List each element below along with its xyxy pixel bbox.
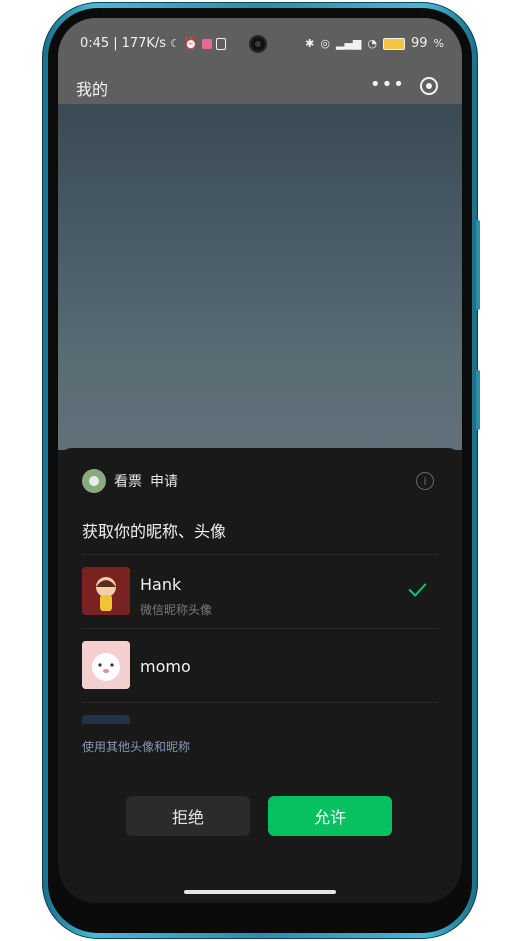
- app-name: 看票: [114, 474, 142, 490]
- sheet-title: 获取你的昵称、头像: [82, 522, 227, 541]
- account-item-fc[interactable]: FC: [82, 702, 438, 724]
- sim-icon: [215, 37, 226, 50]
- account-subtitle: 微信昵称头像: [140, 603, 213, 617]
- alarm-icon: ⏰: [183, 37, 198, 50]
- account-name: FC: [140, 723, 160, 724]
- info-icon[interactable]: i: [416, 472, 434, 490]
- authorization-sheet: 看票 申请 i 获取你的昵称、头像 Hank 微信昵称头像 momo 使用其他头…: [58, 448, 462, 903]
- screen: 0:45 | 177K/s ☾ ⏰ ✱ ◎ ▂▄▆ ◔ 99 % 我的 •••: [58, 18, 462, 903]
- allow-button[interactable]: 允许: [268, 796, 392, 836]
- bluetooth-icon: ✱: [305, 37, 315, 50]
- network-speed: 177K/s: [121, 36, 167, 51]
- account-item-momo[interactable]: momo: [82, 628, 438, 703]
- app-action: 申请: [150, 474, 178, 490]
- avatar: [82, 567, 130, 615]
- volume-button: [476, 220, 480, 310]
- close-miniprogram-icon[interactable]: [420, 77, 438, 95]
- account-item-hank[interactable]: Hank 微信昵称头像: [82, 554, 438, 629]
- battery-icon: [383, 37, 405, 50]
- account-list: Hank 微信昵称头像 momo: [58, 554, 462, 724]
- app-badge-icon: [201, 38, 212, 49]
- signal-icon: ▂▄▆: [336, 37, 362, 50]
- account-name: momo: [140, 657, 191, 676]
- avatar: [82, 641, 130, 689]
- avatar-illustration: [82, 641, 130, 689]
- nfc-icon: ◎: [320, 37, 330, 50]
- separator: |: [113, 36, 118, 51]
- check-icon: [408, 583, 427, 597]
- app-icon: [82, 469, 106, 493]
- background-photo: [58, 104, 462, 538]
- use-other-avatar-link[interactable]: 使用其他头像和昵称: [82, 738, 190, 755]
- percent-sign: %: [433, 37, 444, 50]
- status-left: 0:45 | 177K/s ☾ ⏰: [80, 36, 226, 51]
- status-bar: 0:45 | 177K/s ☾ ⏰ ✱ ◎ ▂▄▆ ◔ 99 %: [58, 18, 462, 70]
- battery-percent: 99: [411, 36, 428, 51]
- avatar: [82, 715, 130, 724]
- avatar-illustration: [82, 567, 130, 615]
- more-icon[interactable]: •••: [370, 74, 405, 95]
- moon-icon: ☾: [170, 37, 180, 50]
- account-name: Hank: [140, 575, 182, 594]
- app-row: 看票 申请: [82, 468, 178, 494]
- nav-bar: 我的 •••: [58, 70, 462, 104]
- status-time: 0:45: [80, 36, 110, 51]
- reject-button[interactable]: 拒绝: [126, 796, 250, 836]
- status-right: ✱ ◎ ▂▄▆ ◔ 99 %: [305, 36, 444, 51]
- page-title: 我的: [76, 80, 109, 99]
- wifi-icon: ◔: [367, 37, 377, 50]
- front-camera: [249, 35, 267, 53]
- power-button: [476, 370, 480, 430]
- home-indicator[interactable]: [184, 890, 336, 894]
